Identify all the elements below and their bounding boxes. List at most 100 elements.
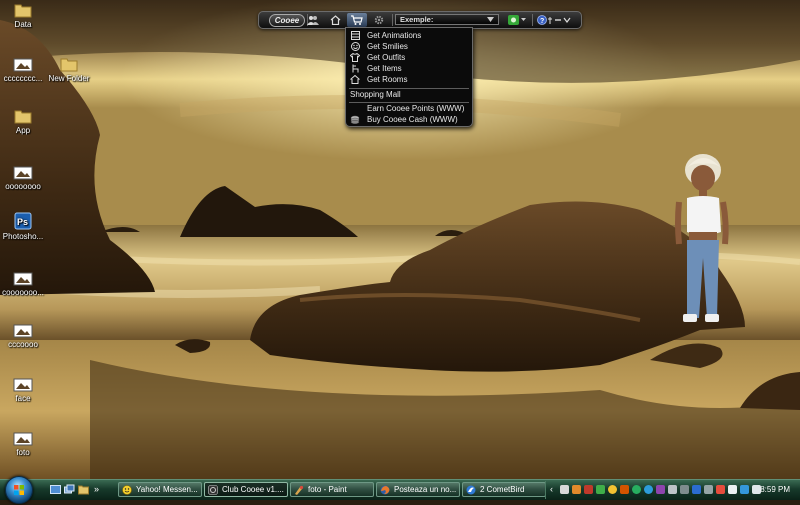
menu-item-label: Get Smilies <box>367 42 408 51</box>
menu-item-label: Get Items <box>367 64 402 73</box>
cooee-logo-button[interactable]: Cooee <box>269 14 305 27</box>
shop-dropdown-menu: Get Animations Get Smilies Get Outfits G… <box>345 27 473 127</box>
firefox-icon <box>380 485 390 494</box>
toolbar-divider <box>392 14 393 26</box>
avatar[interactable] <box>665 148 735 328</box>
desktop-icon-foto[interactable]: foto <box>0 432 46 457</box>
menu-item-get-items[interactable]: Get Items <box>350 63 468 74</box>
status-icon <box>508 15 526 25</box>
folder-icon <box>14 4 32 18</box>
cometbird-icon <box>466 485 476 494</box>
status-button[interactable] <box>505 13 529 27</box>
menu-item-label: Get Animations <box>367 31 422 40</box>
svg-text:?: ? <box>540 18 544 25</box>
desktop-icon-label: face <box>15 394 31 403</box>
desktop-icon-image-1[interactable]: cccccccc... <box>0 58 46 83</box>
toolbar-divider <box>532 14 533 26</box>
desktop-icon-data[interactable]: Data <box>0 2 46 29</box>
yahoo-icon <box>122 484 132 495</box>
menu-item-get-animations[interactable]: Get Animations <box>350 30 468 41</box>
task-cometbird[interactable]: 2 CometBird <box>462 482 546 497</box>
tray-chat-icon[interactable] <box>656 485 665 494</box>
quicklaunch-show-desktop[interactable] <box>50 484 61 495</box>
windows-logo-icon <box>14 485 24 495</box>
image-file-icon <box>13 166 33 180</box>
task-label: 2 CometBird <box>480 485 525 494</box>
chair-icon <box>350 64 360 74</box>
tray-device-icon[interactable] <box>704 485 713 494</box>
desktop-icon-label: oooooooo <box>5 182 41 191</box>
coins-icon <box>350 115 360 125</box>
menu-item-get-smilies[interactable]: Get Smilies <box>350 41 468 52</box>
desktop-icon-image-4[interactable]: cccoooo <box>0 324 46 349</box>
tray-expand-button[interactable]: ‹ <box>550 484 553 494</box>
desktop-icon-photoshop[interactable]: Ps Photosho... <box>0 212 46 241</box>
svg-text:Ps: Ps <box>17 217 28 227</box>
gear-icon <box>374 15 384 25</box>
friends-icon <box>307 16 319 25</box>
system-tray: ‹ 8:59 PM <box>545 481 800 499</box>
tray-sync-icon[interactable] <box>716 485 725 494</box>
tray-network-icon[interactable] <box>596 485 605 494</box>
desktop-icon-image-2[interactable]: oooooooo <box>0 166 46 191</box>
menu-item-shopping-mall[interactable]: Shopping Mall <box>350 89 468 100</box>
desktop-icon-label: App <box>15 126 31 135</box>
desktop-icon-label: foto <box>16 448 30 457</box>
image-file-icon <box>13 324 33 338</box>
quicklaunch-more[interactable]: » <box>94 484 105 495</box>
photoshop-icon: Ps <box>14 212 32 230</box>
task-label: Yahoo! Messen... <box>136 485 198 494</box>
room-combo-value: Exemple: <box>400 15 434 24</box>
menu-item-earn-cooee-points[interactable]: Earn Cooee Points (WWW) <box>350 103 468 114</box>
image-file-icon <box>13 272 33 286</box>
folder-icon <box>60 58 78 72</box>
explorer-icon <box>78 485 89 495</box>
task-club-cooee[interactable]: Club Cooee v1.... <box>204 482 288 497</box>
image-file-icon <box>13 58 33 72</box>
desktop-icon-label: Data <box>14 20 32 29</box>
home-button[interactable] <box>325 13 345 27</box>
paint-icon <box>295 485 304 495</box>
help-button[interactable]: ? <box>535 13 575 27</box>
task-label: foto - Paint <box>308 485 347 494</box>
shop-button[interactable] <box>347 13 367 27</box>
house-icon <box>350 75 360 85</box>
tray-printer-icon[interactable] <box>680 485 689 494</box>
desktop-icon-face[interactable]: face <box>0 378 46 403</box>
desktop-icon-label: cccccccc... <box>3 74 43 83</box>
tray-update-icon[interactable] <box>620 485 629 494</box>
tray-skype-icon[interactable] <box>644 485 653 494</box>
tray-warning-icon[interactable] <box>572 485 581 494</box>
desktop-icon-image-3[interactable]: cooooooo... <box>0 272 46 297</box>
tray-mail-icon[interactable] <box>560 485 569 494</box>
desktop-icon-app[interactable]: App <box>0 108 46 135</box>
desktop-icon-new-folder[interactable]: New Folder <box>46 56 92 83</box>
task-paint[interactable]: foto - Paint <box>290 482 374 497</box>
help-icon: ? <box>537 15 571 25</box>
task-yahoo-messenger[interactable]: Yahoo! Messen... <box>118 482 202 497</box>
desktop-icon-label: cooooooo... <box>2 288 44 297</box>
tray-display-icon[interactable] <box>740 485 749 494</box>
tray-cooee-icon[interactable] <box>668 485 677 494</box>
friends-button[interactable] <box>303 13 323 27</box>
home-icon <box>330 15 340 25</box>
desktop-icon-label: cccoooo <box>8 340 38 349</box>
task-posteaza[interactable]: Posteaza un no... <box>376 482 460 497</box>
quicklaunch-explorer[interactable] <box>78 484 89 495</box>
chevron-right-icon: » <box>94 484 100 494</box>
menu-item-buy-cooee-cash[interactable]: Buy Cooee Cash (WWW) <box>350 114 468 125</box>
tray-bluetooth-icon[interactable] <box>692 485 701 494</box>
tray-messenger-icon[interactable] <box>632 485 641 494</box>
tray-flag-icon[interactable] <box>728 485 737 494</box>
clock[interactable]: 8:59 PM <box>760 485 790 494</box>
room-combo[interactable]: Exemple: <box>395 14 499 25</box>
quicklaunch-switch-windows[interactable] <box>64 484 75 495</box>
menu-item-label: Earn Cooee Points (WWW) <box>367 104 465 113</box>
desktop-icon-label: Photosho... <box>2 232 44 241</box>
menu-item-get-rooms[interactable]: Get Rooms <box>350 74 468 85</box>
tray-yahoo-icon[interactable] <box>608 485 617 494</box>
switch-windows-icon <box>64 484 75 494</box>
settings-button[interactable] <box>369 13 389 27</box>
menu-item-get-outfits[interactable]: Get Outfits <box>350 52 468 63</box>
tray-antivirus-icon[interactable] <box>584 485 593 494</box>
